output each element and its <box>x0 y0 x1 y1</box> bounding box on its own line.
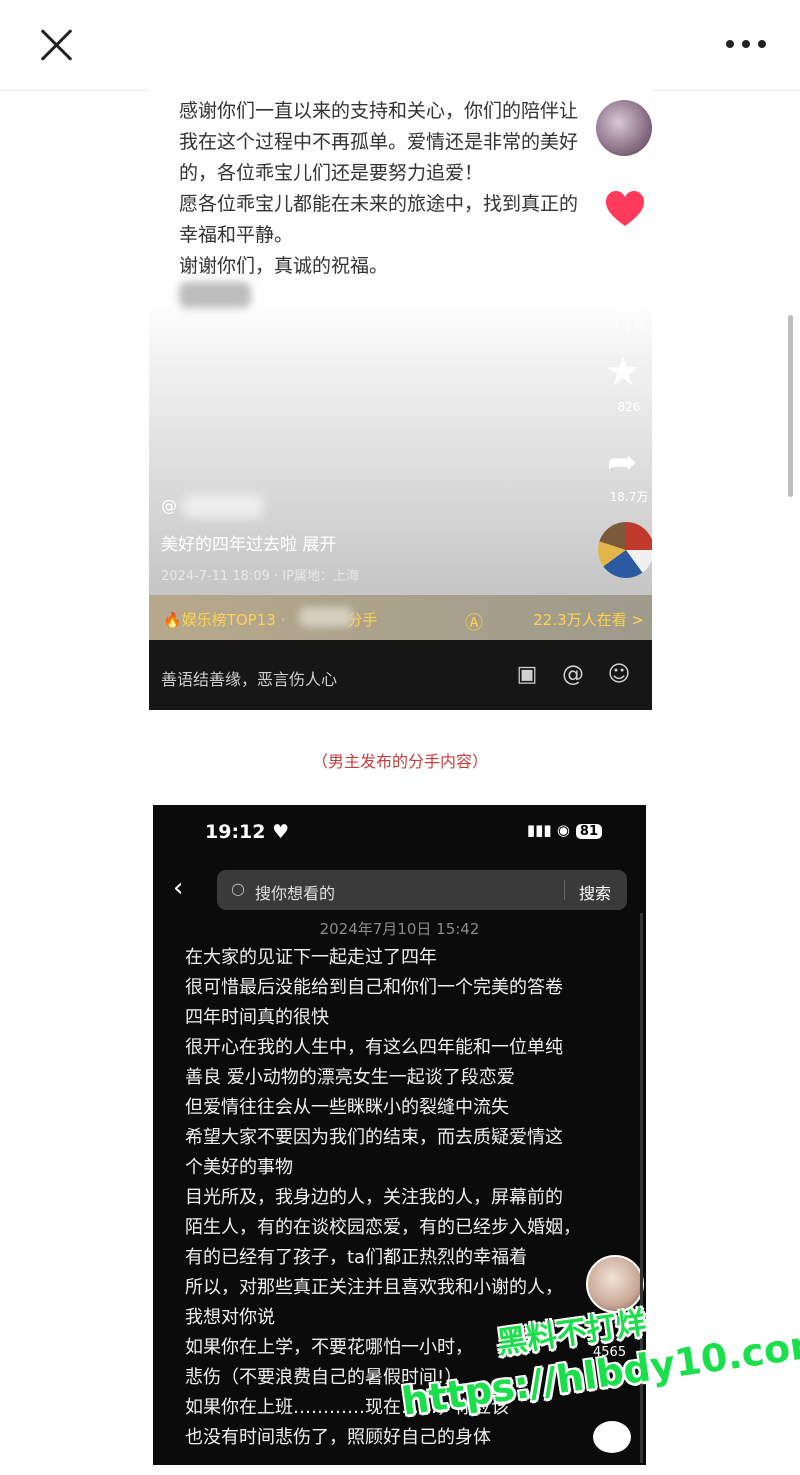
comment-bar[interactable]: 善语结善缘，恶言伤人心 ▣ @ ☺ <box>149 640 652 710</box>
blurred-username <box>183 494 263 518</box>
post-text: 感谢你们一直以来的支持和关心，你们的陪伴让 我在这个过程中不再孤单。爱情还是非常… <box>179 96 619 282</box>
body-line: 希望大家不要因为我们的结束，而去质疑爱情这 <box>185 1127 563 1148</box>
divider <box>564 880 565 900</box>
post-line: 的，各位乖宝儿们还是要努力追爱！ <box>179 162 484 184</box>
author-handle[interactable]: @ <box>161 496 177 515</box>
body-line: 在大家的见证下一起走过了四年 <box>185 947 437 968</box>
a-icon: Ⓐ <box>465 613 483 634</box>
post-line: 感谢你们一直以来的支持和关心，你们的陪伴让 <box>179 100 579 122</box>
back-icon[interactable]: ‹ <box>173 875 183 901</box>
body-line: 也没有时间悲伤了，照顾好自己的身体 <box>185 1427 491 1448</box>
search-icon: ○ <box>231 879 245 898</box>
post-line: 幸福和平静。 <box>179 224 294 246</box>
like-count: 4.5万 <box>613 237 645 251</box>
favorite-count: 826 <box>617 400 641 414</box>
image-caption: （男主发布的分手内容） <box>311 752 488 771</box>
author-avatar[interactable] <box>596 100 652 156</box>
battery-icon: 81 <box>575 824 602 839</box>
blurred-signature <box>179 282 251 308</box>
body-line: 四年时间真的很快 <box>185 1007 329 1028</box>
top-bar <box>0 0 800 91</box>
body-line: 目光所及，我身边的人，关注我的人，屏幕前的 <box>185 1187 563 1208</box>
post-date: 2024年7月10日 15:42 <box>319 920 480 938</box>
body-line: 个美好的事物 <box>185 1157 293 1178</box>
status-time: 19:12 ♥ <box>205 821 290 843</box>
post-line: 愿各位乖宝儿都能在未来的旅途中，找到真正的 <box>179 193 579 215</box>
post-line: 我在这个过程中不再孤单。爱情还是非常的美好 <box>179 131 579 153</box>
body-line: 善良 爱小动物的漂亮女生一起谈了段恋爱 <box>185 1067 515 1088</box>
ranking-bar[interactable]: 🔥娱乐榜TOP13 · 分手 Ⓐ 22.3万人在看 > <box>149 595 652 640</box>
search-input[interactable]: 搜你想看的 <box>255 880 335 904</box>
search-button[interactable]: 搜索 <box>579 880 611 904</box>
post-description[interactable]: 美好的四年过去啦 展开 <box>161 530 336 555</box>
comment-icon[interactable] <box>607 280 647 310</box>
body-line: 很可惜最后没能给到自己和你们一个完美的答卷 <box>185 977 563 998</box>
at-icon[interactable]: @ <box>550 662 596 687</box>
post-line: 谢谢你们，真诚的祝福。 <box>179 255 389 277</box>
post-screenshot-1: 感谢你们一直以来的支持和关心，你们的陪伴让 我在这个过程中不再孤单。爱情还是非常… <box>149 90 652 710</box>
post-meta: 2024-7-11 18:09 · IP属地：上海 <box>161 569 359 584</box>
comment-count: 1.1万 <box>613 320 645 334</box>
status-icons: ▮▮▮ ◉ 81 <box>527 821 602 839</box>
search-bar[interactable]: ○ 搜你想看的 搜索 <box>217 870 627 910</box>
body-line: 但爱情往往会从一些眯眯小的裂缝中流失 <box>185 1097 509 1118</box>
share-icon[interactable]: ➦ <box>607 445 637 481</box>
body-line: 陌生人，有的在谈校园恋爱，有的已经步入婚姻， <box>185 1217 581 1238</box>
close-icon[interactable] <box>38 26 74 62</box>
body-line: 所以，对那些真正关注并且喜欢我和小谢的人， <box>185 1277 563 1298</box>
body-line: 有的已经有了孩子，ta们都正热烈的幸福着 <box>185 1247 528 1268</box>
music-disc-icon[interactable] <box>598 522 652 578</box>
heart-icon[interactable] <box>605 190 645 230</box>
share-count: 18.7万 <box>609 490 649 504</box>
image-icon[interactable]: ▣ <box>504 662 550 687</box>
blurred-name <box>299 607 353 627</box>
star-icon[interactable]: ★ <box>605 352 641 392</box>
comment-input[interactable]: 善语结善缘，恶言伤人心 <box>161 666 337 690</box>
comment-bubble-icon[interactable] <box>593 1421 631 1453</box>
viewer-count: 22.3万人在看 > <box>533 611 644 629</box>
page-scrollbar[interactable] <box>788 315 793 497</box>
more-options-icon[interactable] <box>726 40 766 50</box>
emoji-icon[interactable]: ☺ <box>596 662 642 687</box>
body-line: 很开心在我的人生中，有这么四年能和一位单纯 <box>185 1037 563 1058</box>
